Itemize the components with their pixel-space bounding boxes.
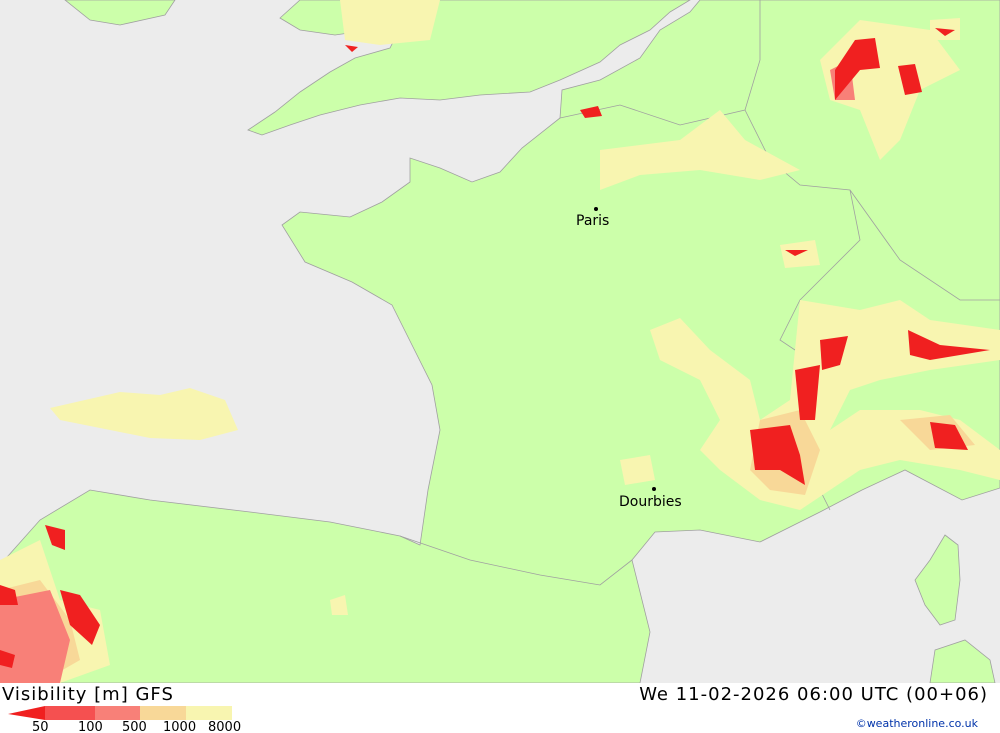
legend-tick-1000: 1000: [163, 720, 197, 733]
city-dot-dourbies: [652, 487, 656, 491]
legend-swatch-50: [45, 706, 95, 720]
copyright-link[interactable]: ©weatheronline.co.uk: [856, 717, 978, 730]
legend-swatch-500: [140, 706, 186, 720]
forecast-datetime: We 11-02-2026 06:00 UTC (00+06): [639, 684, 988, 705]
legend-tick-100: 100: [78, 720, 103, 733]
legend-tick-50: 50: [32, 720, 49, 733]
visibility-map: [0, 0, 1000, 683]
weather-map-root: Paris Dourbies Visibility [m] GFS We 11-…: [0, 0, 1000, 733]
legend-swatch-100: [95, 706, 140, 720]
city-dot-paris: [594, 207, 598, 211]
legend-arrow: [8, 706, 45, 720]
visibility-legend: 50 100 500 1000 8000: [8, 706, 248, 733]
map-title: Visibility [m] GFS: [2, 684, 174, 705]
city-label-dourbies: Dourbies: [619, 494, 682, 510]
legend-tick-500: 500: [122, 720, 147, 733]
legend-tick-8000: 8000: [208, 720, 242, 733]
legend-swatch-1000: [186, 706, 232, 720]
city-label-paris: Paris: [576, 213, 610, 229]
